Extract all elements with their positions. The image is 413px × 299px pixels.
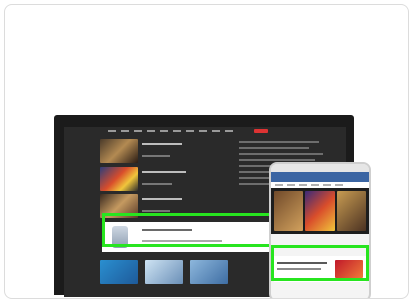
preview-card[interactable] bbox=[4, 4, 409, 299]
phone-status-bar bbox=[271, 164, 369, 172]
feed-line bbox=[142, 171, 186, 173]
feed-image bbox=[190, 260, 228, 284]
feed-item bbox=[100, 167, 260, 193]
feed-image bbox=[100, 167, 138, 191]
phone-header bbox=[271, 172, 369, 182]
feed-line bbox=[142, 143, 182, 145]
feed-image bbox=[100, 139, 138, 163]
feed-line bbox=[142, 155, 170, 157]
phone-image-grid bbox=[271, 188, 369, 234]
feed-line bbox=[142, 210, 170, 212]
device-mockup-illustration bbox=[54, 115, 376, 298]
feed-image bbox=[145, 260, 183, 284]
desktop-highlight-box bbox=[102, 213, 290, 247]
phone-highlight-box bbox=[271, 245, 369, 281]
feed-image bbox=[100, 260, 138, 284]
feed-item bbox=[100, 139, 260, 165]
feed-line bbox=[142, 198, 182, 200]
feed-item bbox=[100, 260, 280, 286]
nav-bar-placeholder bbox=[108, 130, 234, 132]
brand-logo-mark bbox=[254, 129, 268, 133]
feed-line bbox=[142, 183, 172, 185]
